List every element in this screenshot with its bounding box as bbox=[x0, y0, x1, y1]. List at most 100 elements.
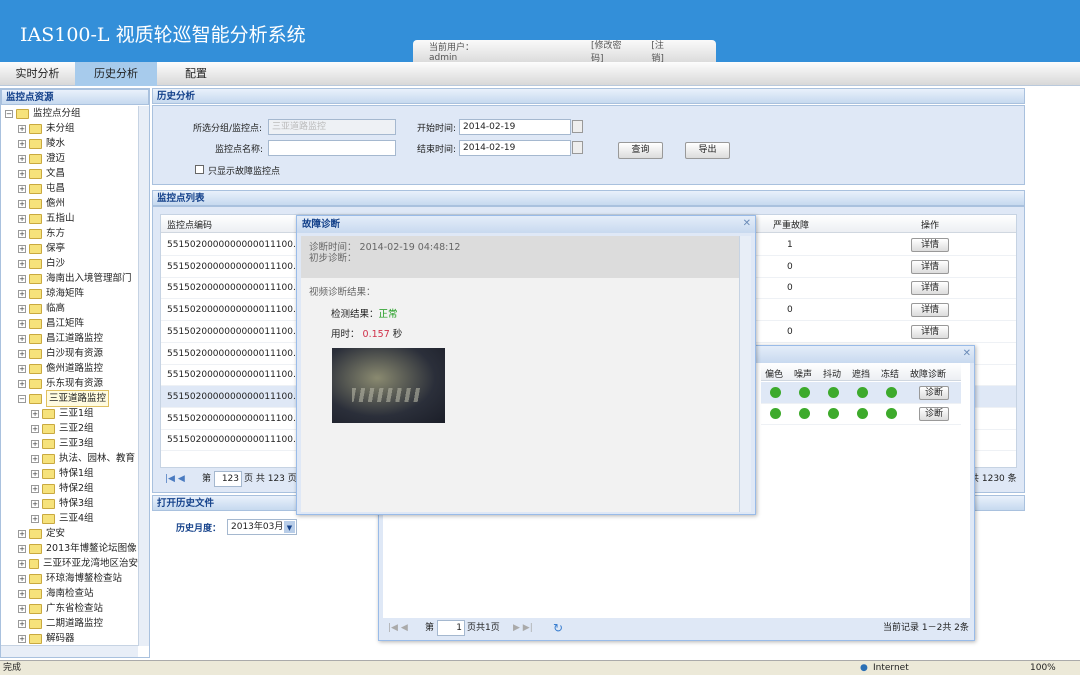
tree-node[interactable]: + 东方 bbox=[1, 226, 138, 241]
start-date-input[interactable]: 2014-02-19 bbox=[459, 119, 571, 135]
tree-node[interactable]: +2013年博鳌论坛图像 bbox=[1, 541, 138, 556]
tree-node[interactable]: + 昌江矩阵 bbox=[1, 316, 138, 331]
expand-icon[interactable]: + bbox=[18, 304, 26, 313]
expand-icon[interactable]: + bbox=[18, 349, 26, 358]
expand-icon[interactable]: + bbox=[18, 229, 26, 238]
expand-icon[interactable]: + bbox=[31, 424, 39, 433]
tree-node[interactable]: + 执法、园林、教育 bbox=[1, 451, 138, 466]
expand-icon[interactable]: + bbox=[18, 319, 26, 328]
tree-node[interactable]: + 儋州道路监控 bbox=[1, 361, 138, 376]
expand-icon[interactable]: + bbox=[18, 289, 26, 298]
expand-icon[interactable]: + bbox=[31, 484, 39, 493]
expand-icon[interactable]: + bbox=[18, 154, 26, 163]
expand-icon[interactable]: + bbox=[18, 634, 26, 643]
expand-icon[interactable]: + bbox=[18, 574, 26, 583]
tree-node[interactable]: + 儋州 bbox=[1, 196, 138, 211]
expand-icon[interactable]: + bbox=[18, 364, 26, 373]
table-row[interactable]: 诊断 bbox=[761, 382, 961, 404]
tree-node[interactable]: + 保亭 bbox=[1, 241, 138, 256]
tree-node[interactable]: + 三亚环亚龙湾地区治安 bbox=[1, 556, 138, 571]
expand-icon[interactable]: + bbox=[31, 469, 39, 478]
tree-node[interactable]: + 三亚1组 bbox=[1, 406, 138, 421]
expand-icon[interactable]: + bbox=[18, 124, 26, 133]
expand-icon[interactable]: + bbox=[18, 379, 26, 388]
tree-node[interactable]: + 特保1组 bbox=[1, 466, 138, 481]
calendar-icon[interactable] bbox=[572, 120, 583, 133]
tree-node[interactable]: + 五指山 bbox=[1, 211, 138, 226]
tab-history[interactable]: 历史分析 bbox=[75, 62, 157, 86]
tree-node[interactable]: + 三亚3组 bbox=[1, 436, 138, 451]
expand-icon[interactable]: + bbox=[18, 184, 26, 193]
detail-button[interactable]: 详情 bbox=[911, 238, 949, 252]
detail-button[interactable]: 详情 bbox=[911, 324, 949, 339]
logout-link[interactable]: [注销] bbox=[651, 38, 676, 64]
tree-node[interactable]: + 昌江道路监控 bbox=[1, 331, 138, 346]
tree-node[interactable]: + 特保3组 bbox=[1, 496, 138, 511]
expand-icon[interactable]: + bbox=[31, 439, 39, 448]
expand-icon[interactable]: + bbox=[18, 529, 26, 538]
detail-button[interactable]: 详情 bbox=[911, 259, 949, 274]
tree-node[interactable]: + 环琼海博鳌检查站 bbox=[1, 571, 138, 586]
tree-node[interactable]: + 澄迈 bbox=[1, 151, 138, 166]
tab-config[interactable]: 配置 bbox=[170, 62, 222, 86]
name-input[interactable] bbox=[268, 140, 396, 156]
diagnose-button[interactable]: 诊断 bbox=[919, 386, 949, 400]
tree-node[interactable]: + 白沙 bbox=[1, 256, 138, 271]
tree-node[interactable]: + 海南检查站 bbox=[1, 586, 138, 601]
tree-node[interactable]: − 三亚道路监控 bbox=[1, 390, 138, 407]
expand-icon[interactable]: + bbox=[18, 199, 26, 208]
detail-button[interactable]: 详情 bbox=[911, 303, 949, 318]
page-input[interactable]: 1 bbox=[437, 620, 465, 636]
expand-icon[interactable]: + bbox=[31, 499, 39, 508]
tree-node[interactable]: + 海南出入境管理部门 bbox=[1, 271, 138, 286]
expand-icon[interactable]: + bbox=[18, 274, 26, 283]
tree-node[interactable]: + 琼海矩阵 bbox=[1, 286, 138, 301]
expand-icon[interactable]: + bbox=[18, 604, 26, 613]
vertical-scrollbar[interactable] bbox=[138, 106, 149, 646]
expand-icon[interactable]: + bbox=[18, 244, 26, 253]
export-button[interactable]: 导出 bbox=[685, 142, 730, 159]
tab-realtime[interactable]: 实时分析 bbox=[0, 62, 75, 86]
detail-button[interactable]: 详情 bbox=[911, 281, 949, 296]
tree-node[interactable]: + 陵水 bbox=[1, 136, 138, 151]
next-page-icon[interactable]: ▶ ▶| bbox=[513, 618, 533, 638]
first-page-icon[interactable]: |◀ ◀ bbox=[388, 618, 408, 638]
tree-node[interactable]: + 未分组 bbox=[1, 121, 138, 136]
tree-node[interactable]: + 定安 bbox=[1, 526, 138, 541]
expand-icon[interactable]: + bbox=[18, 559, 26, 568]
tree-node[interactable]: + 广东省检查站 bbox=[1, 601, 138, 616]
vertical-scrollbar[interactable] bbox=[739, 236, 751, 512]
refresh-icon[interactable]: ↻ bbox=[553, 618, 563, 638]
tree-node[interactable]: + 特保2组 bbox=[1, 481, 138, 496]
expand-icon[interactable]: + bbox=[31, 454, 39, 463]
tree-node[interactable]: − 监控点分组 bbox=[1, 106, 138, 121]
tree-node[interactable]: + 乐东现有资源 bbox=[1, 376, 138, 391]
group-field[interactable]: 三亚道路监控 bbox=[268, 119, 396, 135]
expand-icon[interactable]: + bbox=[31, 514, 39, 523]
tree-node[interactable]: + 屯昌 bbox=[1, 181, 138, 196]
expand-icon[interactable]: + bbox=[18, 334, 26, 343]
close-icon[interactable]: ✕ bbox=[963, 348, 971, 359]
tree-node[interactable]: + 二期道路监控 bbox=[1, 616, 138, 631]
expand-icon[interactable]: + bbox=[31, 409, 39, 418]
month-select[interactable]: 2013年03月 ▼ bbox=[227, 519, 297, 535]
expand-icon[interactable]: + bbox=[18, 139, 26, 148]
tree-node[interactable]: + 白沙现有资源 bbox=[1, 346, 138, 361]
tree-node[interactable]: + 临高 bbox=[1, 301, 138, 316]
end-date-input[interactable]: 2014-02-19 bbox=[459, 140, 571, 156]
calendar-icon[interactable] bbox=[572, 141, 583, 154]
tree-node[interactable]: + 三亚4组 bbox=[1, 511, 138, 526]
fault-only-checkbox[interactable] bbox=[195, 165, 204, 174]
tree-node[interactable]: + 三亚2组 bbox=[1, 421, 138, 436]
query-button[interactable]: 查询 bbox=[618, 142, 663, 159]
change-password-link[interactable]: [修改密码] bbox=[591, 38, 633, 64]
table-row[interactable]: 诊断 bbox=[761, 403, 961, 425]
chevron-down-icon[interactable]: ▼ bbox=[284, 521, 295, 533]
expand-icon[interactable]: + bbox=[18, 259, 26, 268]
expand-icon[interactable]: + bbox=[18, 169, 26, 178]
close-icon[interactable]: ✕ bbox=[743, 218, 751, 229]
expand-icon[interactable]: + bbox=[18, 619, 26, 628]
collapse-icon[interactable]: − bbox=[18, 394, 26, 403]
first-page-icon[interactable]: |◀ ◀ bbox=[165, 469, 185, 489]
expand-icon[interactable]: + bbox=[18, 544, 26, 553]
